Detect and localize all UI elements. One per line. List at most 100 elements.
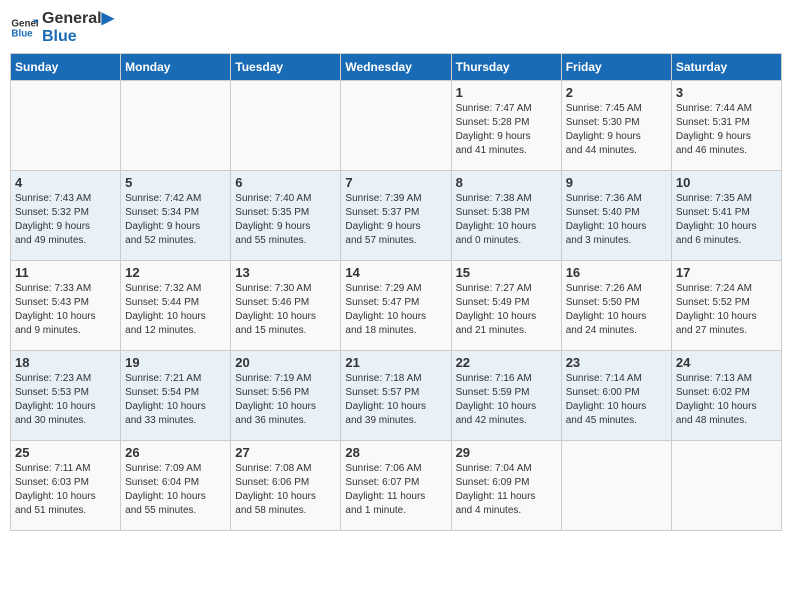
calendar-cell: 3Sunrise: 7:44 AM Sunset: 5:31 PM Daylig… — [671, 81, 781, 171]
calendar-cell: 12 Sunrise: 7:32 AM Sunset: 5:44 PM Dayli… — [121, 261, 231, 351]
day-number: 15 — [456, 265, 557, 280]
cell-info: Sunrise: 7:11 AM Sunset: 6:03 PM Dayligh… — [15, 462, 116, 518]
calendar-cell: 28Sunrise: 7:06 AM Sunset: 6:07 PM Dayli… — [341, 441, 451, 531]
day-number: 1 — [456, 85, 557, 100]
cell-info: Sunrise: 7:09 AM Sunset: 6:04 PM Dayligh… — [125, 462, 226, 518]
day-number: 6 — [235, 175, 336, 190]
cell-info: Sunrise: 7:30 AM Sunset: 5:46 PM Dayligh… — [235, 282, 336, 338]
calendar-cell — [671, 441, 781, 531]
cell-info: Sunrise: 7:19 AM Sunset: 5:56 PM Dayligh… — [235, 372, 336, 428]
calendar-cell: 10 Sunrise: 7:35 AM Sunset: 5:41 PM Dayli… — [671, 171, 781, 261]
header: General Blue General▶ Blue — [10, 10, 782, 45]
calendar-cell: 25Sunrise: 7:11 AM Sunset: 6:03 PM Dayli… — [11, 441, 121, 531]
cell-info: Sunrise: 7:47 AM Sunset: 5:28 PM Dayligh… — [456, 102, 557, 158]
cell-info: Sunrise: 7:18 AM Sunset: 5:57 PM Dayligh… — [345, 372, 446, 428]
day-number: 22 — [456, 355, 557, 370]
cell-info: Sunrise: 7:23 AM Sunset: 5:53 PM Dayligh… — [15, 372, 116, 428]
cell-info: Sunrise: 7:16 AM Sunset: 5:59 PM Dayligh… — [456, 372, 557, 428]
logo-icon: General Blue — [10, 14, 38, 42]
day-number: 13 — [235, 265, 336, 280]
day-number: 3 — [676, 85, 777, 100]
calendar-cell: 11 Sunrise: 7:33 AM Sunset: 5:43 PM Dayli… — [11, 261, 121, 351]
calendar-cell — [341, 81, 451, 171]
cell-info: Sunrise: 7:38 AM Sunset: 5:38 PM Dayligh… — [456, 192, 557, 248]
calendar-cell — [121, 81, 231, 171]
day-number: 2 — [566, 85, 667, 100]
cell-info: Sunrise: 7:39 AM Sunset: 5:37 PM Dayligh… — [345, 192, 446, 248]
day-number: 5 — [125, 175, 226, 190]
day-number: 23 — [566, 355, 667, 370]
day-number: 17 — [676, 265, 777, 280]
svg-text:Blue: Blue — [11, 28, 33, 39]
day-number: 8 — [456, 175, 557, 190]
cell-info: Sunrise: 7:26 AM Sunset: 5:50 PM Dayligh… — [566, 282, 667, 338]
cell-info: Sunrise: 7:36 AM Sunset: 5:40 PM Dayligh… — [566, 192, 667, 248]
calendar-cell: 9 Sunrise: 7:36 AM Sunset: 5:40 PM Daylig… — [561, 171, 671, 261]
week-row-4: 18 Sunrise: 7:23 AM Sunset: 5:53 PM Dayli… — [11, 351, 782, 441]
calendar-cell: 6 Sunrise: 7:40 AM Sunset: 5:35 PM Daylig… — [231, 171, 341, 261]
day-header-sunday: Sunday — [11, 54, 121, 81]
calendar-cell: 23 Sunrise: 7:14 AM Sunset: 6:00 PM Dayli… — [561, 351, 671, 441]
week-row-5: 25Sunrise: 7:11 AM Sunset: 6:03 PM Dayli… — [11, 441, 782, 531]
calendar-cell: 21 Sunrise: 7:18 AM Sunset: 5:57 PM Dayli… — [341, 351, 451, 441]
day-number: 29 — [456, 445, 557, 460]
cell-info: Sunrise: 7:13 AM Sunset: 6:02 PM Dayligh… — [676, 372, 777, 428]
day-number: 16 — [566, 265, 667, 280]
cell-info: Sunrise: 7:27 AM Sunset: 5:49 PM Dayligh… — [456, 282, 557, 338]
logo-blue-text: Blue — [42, 28, 114, 46]
calendar-table: SundayMondayTuesdayWednesdayThursdayFrid… — [10, 53, 782, 531]
calendar-cell: 26 Sunrise: 7:09 AM Sunset: 6:04 PM Dayli… — [121, 441, 231, 531]
day-number: 7 — [345, 175, 446, 190]
calendar-cell: 19Sunrise: 7:21 AM Sunset: 5:54 PM Dayli… — [121, 351, 231, 441]
cell-info: Sunrise: 7:45 AM Sunset: 5:30 PM Dayligh… — [566, 102, 667, 158]
calendar-cell: 16 Sunrise: 7:26 AM Sunset: 5:50 PM Dayli… — [561, 261, 671, 351]
day-number: 27 — [235, 445, 336, 460]
week-row-3: 11 Sunrise: 7:33 AM Sunset: 5:43 PM Dayli… — [11, 261, 782, 351]
cell-info: Sunrise: 7:40 AM Sunset: 5:35 PM Dayligh… — [235, 192, 336, 248]
calendar-cell: 7 Sunrise: 7:39 AM Sunset: 5:37 PM Daylig… — [341, 171, 451, 261]
calendar-cell: 18 Sunrise: 7:23 AM Sunset: 5:53 PM Dayli… — [11, 351, 121, 441]
calendar-cell — [561, 441, 671, 531]
calendar-cell — [11, 81, 121, 171]
cell-info: Sunrise: 7:35 AM Sunset: 5:41 PM Dayligh… — [676, 192, 777, 248]
day-number: 9 — [566, 175, 667, 190]
day-header-friday: Friday — [561, 54, 671, 81]
cell-info: Sunrise: 7:04 AM Sunset: 6:09 PM Dayligh… — [456, 462, 557, 518]
day-number: 10 — [676, 175, 777, 190]
calendar-cell: 15 Sunrise: 7:27 AM Sunset: 5:49 PM Dayli… — [451, 261, 561, 351]
day-number: 26 — [125, 445, 226, 460]
calendar-cell: 24 Sunrise: 7:13 AM Sunset: 6:02 PM Dayli… — [671, 351, 781, 441]
day-number: 11 — [15, 265, 116, 280]
days-header-row: SundayMondayTuesdayWednesdayThursdayFrid… — [11, 54, 782, 81]
day-header-wednesday: Wednesday — [341, 54, 451, 81]
week-row-2: 4 Sunrise: 7:43 AM Sunset: 5:32 PM Daylig… — [11, 171, 782, 261]
day-header-thursday: Thursday — [451, 54, 561, 81]
calendar-cell: 8 Sunrise: 7:38 AM Sunset: 5:38 PM Daylig… — [451, 171, 561, 261]
day-number: 21 — [345, 355, 446, 370]
cell-info: Sunrise: 7:42 AM Sunset: 5:34 PM Dayligh… — [125, 192, 226, 248]
calendar-cell: 20 Sunrise: 7:19 AM Sunset: 5:56 PM Dayli… — [231, 351, 341, 441]
day-number: 24 — [676, 355, 777, 370]
calendar-cell: 13 Sunrise: 7:30 AM Sunset: 5:46 PM Dayli… — [231, 261, 341, 351]
cell-info: Sunrise: 7:24 AM Sunset: 5:52 PM Dayligh… — [676, 282, 777, 338]
calendar-cell: 17 Sunrise: 7:24 AM Sunset: 5:52 PM Dayli… — [671, 261, 781, 351]
calendar-cell: 1 Sunrise: 7:47 AM Sunset: 5:28 PM Daylig… — [451, 81, 561, 171]
calendar-cell: 2 Sunrise: 7:45 AM Sunset: 5:30 PM Daylig… — [561, 81, 671, 171]
logo-general-text: General▶ — [42, 10, 114, 28]
cell-info: Sunrise: 7:43 AM Sunset: 5:32 PM Dayligh… — [15, 192, 116, 248]
week-row-1: 1 Sunrise: 7:47 AM Sunset: 5:28 PM Daylig… — [11, 81, 782, 171]
day-header-tuesday: Tuesday — [231, 54, 341, 81]
cell-info: Sunrise: 7:06 AM Sunset: 6:07 PM Dayligh… — [345, 462, 446, 518]
cell-info: Sunrise: 7:33 AM Sunset: 5:43 PM Dayligh… — [15, 282, 116, 338]
day-number: 20 — [235, 355, 336, 370]
cell-info: Sunrise: 7:14 AM Sunset: 6:00 PM Dayligh… — [566, 372, 667, 428]
cell-info: Sunrise: 7:32 AM Sunset: 5:44 PM Dayligh… — [125, 282, 226, 338]
day-number: 12 — [125, 265, 226, 280]
cell-info: Sunrise: 7:08 AM Sunset: 6:06 PM Dayligh… — [235, 462, 336, 518]
day-number: 18 — [15, 355, 116, 370]
day-number: 4 — [15, 175, 116, 190]
calendar-cell: 4 Sunrise: 7:43 AM Sunset: 5:32 PM Daylig… — [11, 171, 121, 261]
logo: General Blue General▶ Blue — [10, 10, 114, 45]
calendar-cell: 22 Sunrise: 7:16 AM Sunset: 5:59 PM Dayli… — [451, 351, 561, 441]
day-number: 14 — [345, 265, 446, 280]
